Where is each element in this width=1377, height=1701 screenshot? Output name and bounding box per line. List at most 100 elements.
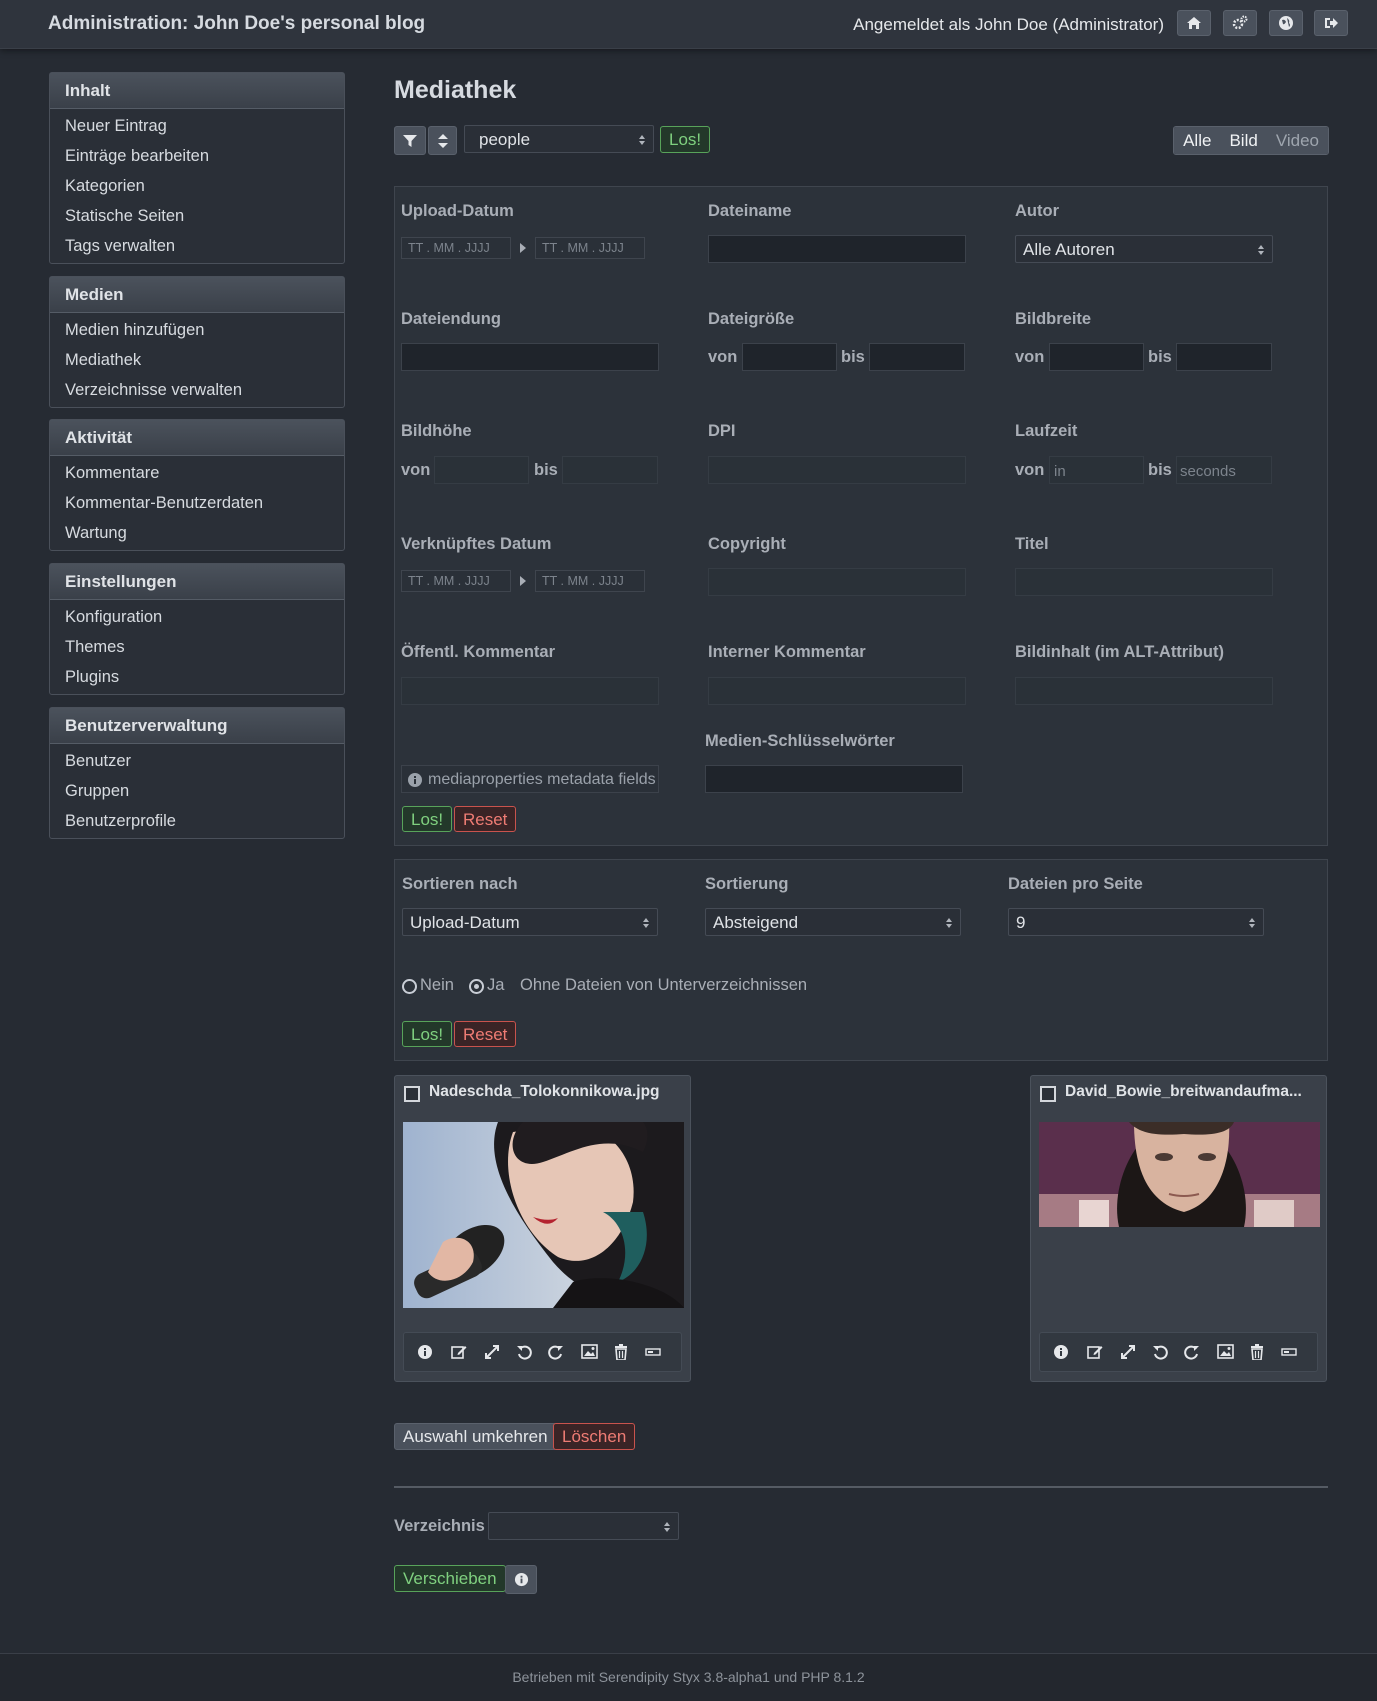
move-button[interactable]: Verschieben — [394, 1565, 506, 1592]
filter-image-button[interactable]: Bild — [1220, 127, 1267, 154]
filter-all-button[interactable]: Alle — [1174, 127, 1221, 154]
trash-icon[interactable] — [1250, 1344, 1266, 1361]
nav-section-content: Inhalt Neuer Eintrag Einträge bearbeiten… — [49, 72, 345, 264]
filter-go-button[interactable]: Los! — [402, 806, 453, 832]
rotate-right-icon[interactable] — [1184, 1344, 1200, 1360]
per-page-select[interactable]: 9 — [1008, 908, 1264, 936]
media-thumbnail[interactable] — [403, 1122, 684, 1308]
imageheight-from-input[interactable] — [434, 456, 529, 484]
invert-selection-button[interactable]: Auswahl umkehren — [394, 1423, 557, 1450]
rotate-left-icon[interactable] — [516, 1344, 532, 1360]
imageheight-label: Bildhöhe — [401, 422, 472, 440]
select-arrows-icon — [664, 1522, 670, 1532]
logout-icon[interactable] — [1314, 10, 1348, 36]
sidebar-item-comments[interactable]: Kommentare — [50, 458, 344, 488]
edit-icon[interactable] — [451, 1344, 467, 1360]
filename-input[interactable] — [708, 235, 966, 263]
delete-selected-button[interactable]: Löschen — [553, 1423, 636, 1450]
sort-by-label: Sortieren nach — [402, 875, 518, 893]
author-select[interactable]: Alle Autoren — [1015, 235, 1273, 263]
sort-toggle-button[interactable] — [428, 126, 457, 155]
imageheight-to-input[interactable] — [562, 456, 658, 484]
directory-select[interactable]: people — [464, 125, 654, 153]
internal-comment-input[interactable] — [708, 677, 966, 705]
linked-date-from[interactable]: TT . MM . JJJJ — [401, 570, 511, 592]
dpi-input[interactable] — [708, 456, 966, 484]
sidebar-item-plugins[interactable]: Plugins — [50, 662, 344, 692]
runtime-from-input[interactable]: in — [1049, 456, 1144, 484]
media-select-checkbox[interactable] — [404, 1086, 420, 1102]
info-icon[interactable] — [417, 1344, 433, 1360]
filter-video-button[interactable]: Video — [1266, 127, 1328, 154]
sidebar-item-new-entry[interactable]: Neuer Eintrag — [50, 111, 344, 141]
trash-icon[interactable] — [614, 1344, 630, 1361]
upload-date-to[interactable]: TT . MM . JJJJ — [535, 237, 645, 259]
move-directory-select[interactable] — [488, 1512, 679, 1540]
copyright-input[interactable] — [708, 568, 966, 596]
sort-go-button[interactable]: Los! — [402, 1021, 453, 1047]
move-info-button[interactable] — [505, 1565, 537, 1594]
page-title: Mediathek — [394, 76, 517, 104]
rotate-left-icon[interactable] — [1152, 1344, 1168, 1360]
imageheight-to-label: bis — [534, 461, 558, 479]
sidebar-item-tags[interactable]: Tags verwalten — [50, 231, 344, 261]
filter-toggle-button[interactable] — [394, 126, 426, 155]
linked-date-to[interactable]: TT . MM . JJJJ — [535, 570, 645, 592]
home-icon[interactable] — [1177, 10, 1211, 36]
image-icon[interactable] — [581, 1344, 598, 1360]
sort-reset-button[interactable]: Reset — [454, 1021, 517, 1047]
imagewidth-from-input[interactable] — [1049, 343, 1144, 371]
subdir-no-label: Nein — [420, 976, 454, 994]
subdir-yes-radio[interactable] — [469, 979, 484, 994]
toolbar-go-button[interactable]: Los! — [660, 126, 711, 153]
rotate-right-icon[interactable] — [548, 1344, 564, 1360]
linked-date-label: Verknüpftes Datum — [401, 535, 552, 553]
sidebar-item-add-media[interactable]: Medien hinzufügen — [50, 315, 344, 345]
media-select-checkbox[interactable] — [1040, 1086, 1056, 1102]
sidebar-item-maintenance[interactable]: Wartung — [50, 518, 344, 548]
titel-input[interactable] — [1015, 568, 1273, 596]
sidebar-item-media-library[interactable]: Mediathek — [50, 345, 344, 375]
filesize-to-input[interactable] — [869, 343, 965, 371]
subdir-option-label: Ohne Dateien von Unterverzeichnissen — [520, 976, 808, 994]
sidebar-item-comment-userdata[interactable]: Kommentar-Benutzerdaten — [50, 488, 344, 518]
sidebar-item-user-profiles[interactable]: Benutzerprofile — [50, 806, 344, 836]
internal-comment-label: Interner Kommentar — [708, 643, 866, 661]
filter-reset-button[interactable]: Reset — [454, 806, 517, 832]
sidebar-item-categories[interactable]: Kategorien — [50, 171, 344, 201]
rename-icon[interactable] — [645, 1344, 661, 1360]
admin-title: Administration: John Doe's personal blog — [48, 13, 426, 34]
media-type-filter: Alle Bild Video — [1173, 126, 1329, 155]
alt-input[interactable] — [1015, 677, 1273, 705]
sidebar-item-static-pages[interactable]: Statische Seiten — [50, 201, 344, 231]
image-icon[interactable] — [1217, 1344, 1234, 1360]
sort-by-select[interactable]: Upload-Datum — [402, 908, 658, 936]
filesize-from-input[interactable] — [742, 343, 837, 371]
runtime-to-input[interactable]: seconds — [1176, 456, 1272, 484]
footer: Betrieben mit Serendipity Styx 3.8-alpha… — [0, 1653, 1377, 1701]
subdir-no-radio[interactable] — [402, 979, 417, 994]
imagewidth-to-input[interactable] — [1176, 343, 1272, 371]
resize-icon[interactable] — [484, 1344, 500, 1360]
media-thumbnail[interactable] — [1039, 1122, 1320, 1227]
nav-heading: Einstellungen — [50, 564, 344, 600]
dpi-label: DPI — [708, 422, 736, 440]
resize-icon[interactable] — [1120, 1344, 1136, 1360]
gears-icon[interactable] — [1223, 10, 1257, 36]
keywords-input[interactable] — [705, 765, 963, 793]
globe-icon[interactable] — [1269, 10, 1303, 36]
sidebar-item-themes[interactable]: Themes — [50, 632, 344, 662]
sidebar-item-users[interactable]: Benutzer — [50, 746, 344, 776]
runtime-to-placeholder: seconds — [1180, 463, 1236, 480]
sidebar-item-directories[interactable]: Verzeichnisse verwalten — [50, 375, 344, 405]
edit-icon[interactable] — [1087, 1344, 1103, 1360]
info-icon[interactable] — [1053, 1344, 1069, 1360]
order-select[interactable]: Absteigend — [705, 908, 961, 936]
upload-date-from[interactable]: TT . MM . JJJJ — [401, 237, 511, 259]
sidebar-item-groups[interactable]: Gruppen — [50, 776, 344, 806]
public-comment-input[interactable] — [401, 677, 659, 705]
sidebar-item-edit-entries[interactable]: Einträge bearbeiten — [50, 141, 344, 171]
rename-icon[interactable] — [1281, 1344, 1297, 1360]
extension-input[interactable] — [401, 343, 659, 371]
sidebar-item-configuration[interactable]: Konfiguration — [50, 602, 344, 632]
